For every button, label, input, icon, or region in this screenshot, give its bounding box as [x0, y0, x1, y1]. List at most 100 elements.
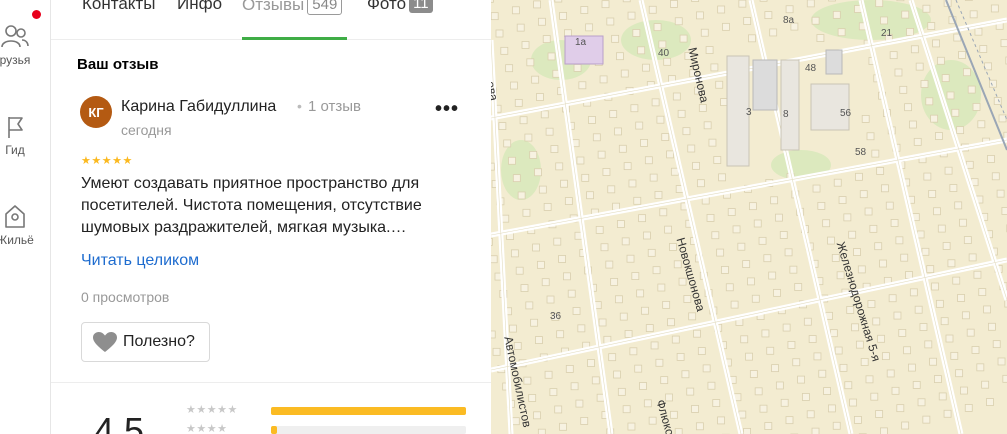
house-number: 21: [881, 28, 893, 39]
house-block: [613, 370, 621, 379]
house-block: [808, 335, 817, 343]
house-block: [859, 190, 868, 199]
more-options-button[interactable]: •••: [435, 98, 459, 121]
house-block: [898, 329, 907, 337]
tab-reviews[interactable]: Отзывы 549: [242, 0, 347, 40]
house-block: [921, 247, 930, 256]
house-block: [559, 11, 568, 20]
house-block: [676, 353, 685, 361]
house-block: [585, 23, 594, 32]
tab-info[interactable]: Инфо: [177, 0, 222, 40]
house-block: [997, 357, 1006, 366]
house-block: [927, 22, 936, 30]
house-block: [989, 79, 997, 88]
house-block: [531, 75, 540, 84]
tab-photos[interactable]: Фото 11: [367, 0, 433, 40]
building: [780, 59, 800, 151]
house-block: [954, 201, 963, 210]
house-block: [877, 334, 885, 343]
house-block: [811, 427, 820, 434]
house-block: [597, 150, 606, 159]
house-block: [764, 11, 773, 20]
house-block: [959, 218, 967, 227]
rating-row-4-fill: [271, 426, 277, 434]
avatar[interactable]: КГ: [80, 96, 112, 128]
house-block: [627, 422, 636, 431]
house-block: [909, 120, 917, 129]
house-block: [928, 190, 937, 198]
house-block: [962, 68, 971, 77]
house-number: 58: [855, 147, 867, 158]
house-block: [905, 271, 913, 279]
house-block: [879, 259, 887, 268]
house-block: [899, 85, 908, 94]
house-block: [794, 283, 803, 291]
house-block: [758, 236, 767, 245]
house-block: [572, 307, 581, 315]
house-block: [530, 318, 539, 327]
house-block: [620, 69, 629, 78]
house-block: [609, 110, 618, 118]
house-block: [662, 300, 671, 309]
house-block: [978, 288, 987, 296]
read-more-link[interactable]: Читать целиком: [81, 252, 199, 270]
house-block: [912, 381, 921, 389]
tab-contacts[interactable]: Контакты: [82, 0, 155, 40]
rating-row-4-stars: ★★★★: [186, 423, 228, 434]
house-block: [631, 272, 640, 280]
house-block: [919, 323, 928, 331]
house-block: [639, 382, 647, 390]
house-block: [658, 40, 667, 49]
house-block: [865, 375, 874, 384]
map[interactable]: Миронова Новокшонова Железнодорожная 5-я…: [491, 0, 1007, 434]
house-block: [797, 375, 805, 384]
rail-item-housing[interactable]: Жильё: [0, 202, 50, 247]
house-block: [828, 404, 836, 413]
house-block: [832, 421, 841, 430]
house-block: [656, 115, 665, 124]
author-separator: •: [297, 98, 302, 114]
rail-item-guide[interactable]: Гид: [0, 114, 50, 157]
house-block: [822, 219, 831, 228]
tab-contacts-label: Контакты: [82, 0, 156, 13]
house-block: [889, 51, 898, 60]
rail-item-friends[interactable]: рузья: [0, 24, 50, 67]
divider: [51, 382, 491, 383]
house-block: [766, 346, 775, 355]
house-block: [640, 139, 648, 147]
house-block: [745, 352, 753, 361]
rating-row-4-bar: [271, 426, 466, 434]
house-block: [580, 417, 589, 425]
house-block: [720, 98, 728, 106]
house-block: [615, 295, 623, 304]
house-block: [803, 317, 812, 326]
house-block: [491, 237, 493, 246]
useful-button[interactable]: Полезно?: [81, 322, 210, 362]
house-block: [520, 284, 529, 292]
house-block: [754, 387, 763, 396]
author-name[interactable]: Карина Габидуллина: [121, 98, 276, 116]
house-block: [533, 411, 541, 420]
house-block: [935, 299, 944, 308]
house-block: [992, 340, 1001, 349]
house-number: 1а: [575, 37, 587, 48]
house-block: [607, 185, 616, 194]
house-block: [881, 184, 889, 193]
house-block: [943, 409, 952, 418]
house-block: [618, 144, 627, 153]
house-block: [874, 242, 883, 251]
house-block: [801, 393, 810, 401]
house-block: [965, 160, 974, 169]
house-block: [517, 191, 526, 200]
house-block: [998, 114, 1007, 123]
house-block: [780, 398, 789, 407]
house-block: [942, 242, 951, 250]
house-block: [691, 405, 699, 413]
house-block: [917, 398, 926, 407]
house-block: [968, 253, 977, 262]
house-block: [596, 393, 605, 402]
house-block: [532, 243, 540, 252]
house-block: [947, 259, 956, 268]
house-block: [759, 404, 768, 413]
house-block: [660, 376, 669, 385]
